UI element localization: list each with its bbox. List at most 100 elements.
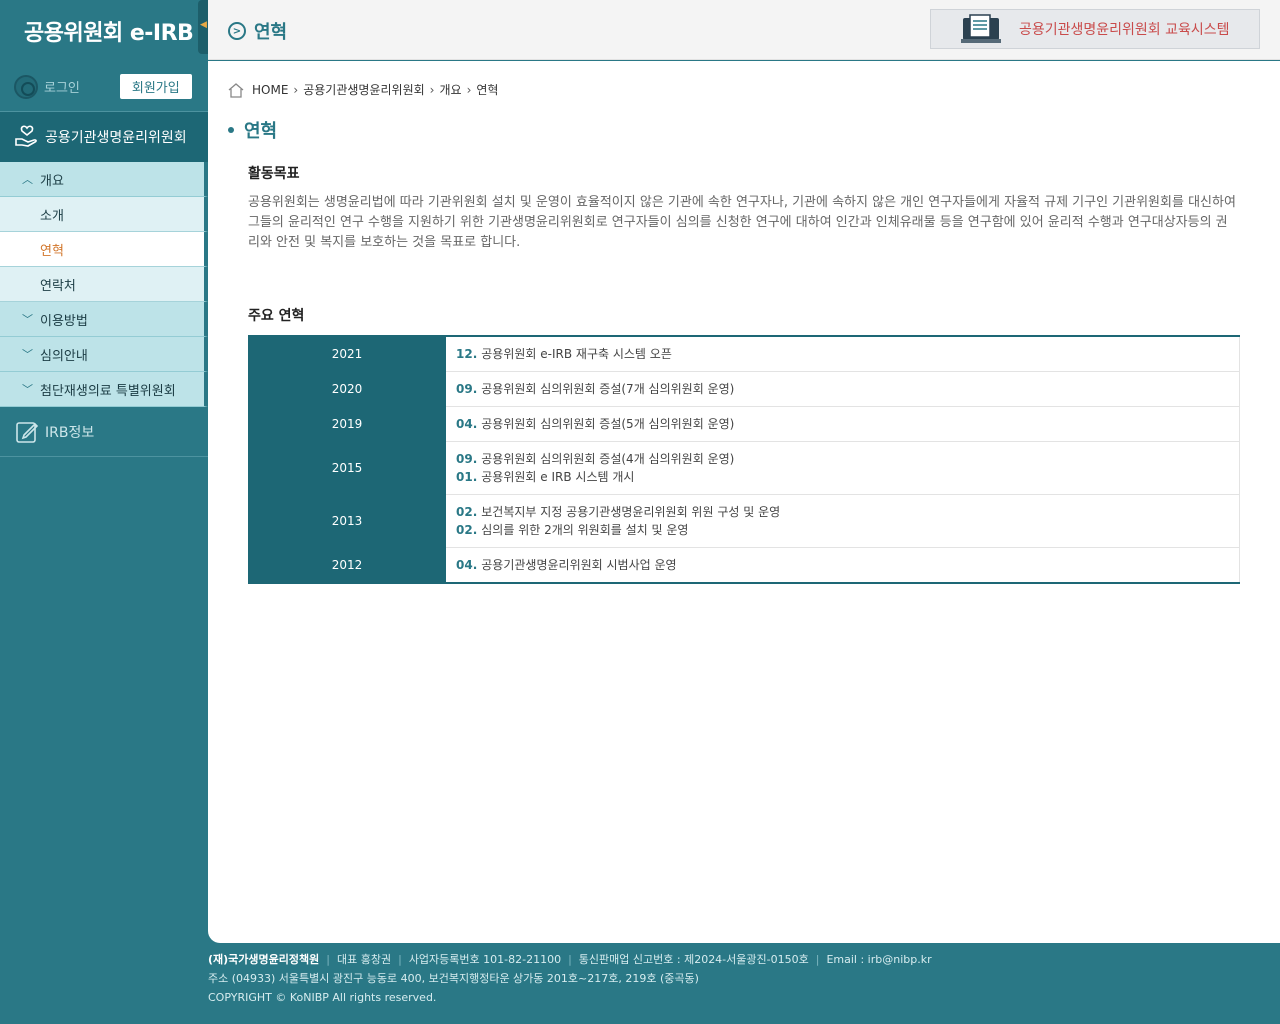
chevron-down-icon: ﹀ — [22, 383, 33, 396]
menu-irb-label: IRB정보 — [45, 424, 95, 441]
submenu-item-history[interactable]: 연혁 — [0, 232, 208, 267]
footer-divider: | — [398, 953, 402, 966]
history-event: 02. 보건복지부 지정 공용기관생명윤리위원회 위원 구성 및 운영 — [456, 503, 1229, 521]
history-table: 2021 12. 공용위원회 e-IRB 재구축 시스템 오픈 2020 09. 공용위원… — [248, 335, 1240, 584]
breadcrumb-current: 연혁 — [476, 83, 499, 97]
top-header: > 연혁 공용기관생명윤리위원회 교육시스템 — [208, 0, 1280, 60]
history-event-month: 12. — [456, 347, 478, 361]
auth-row: 로그인 회원가입 — [0, 62, 208, 112]
footer-copyright: COPYRIGHT © KoNIBP All rights reserved. — [208, 991, 437, 1004]
power-icon — [14, 74, 38, 99]
page-title: 연혁 — [228, 117, 277, 143]
monitor-document-icon — [961, 14, 1001, 43]
header-title: > 연혁 — [228, 18, 287, 44]
history-event: 04. 공용기관생명윤리위원회 시범사업 운영 — [456, 556, 1229, 574]
edu-banner-text: 공용기관생명윤리위원회 교육시스템 — [1019, 22, 1230, 38]
history-year: 2019 — [248, 406, 446, 442]
home-icon[interactable] — [228, 82, 244, 98]
chevron-down-icon: ﹀ — [22, 348, 33, 361]
login-link[interactable]: 로그인 — [44, 77, 80, 96]
history-events: 09. 공용위원회 심의위원회 증설(7개 심의위원회 운영) — [446, 371, 1240, 407]
history-event-text: 공용위원회 심의위원회 증설(4개 심의위원회 운영) — [481, 452, 735, 466]
menu-irb-info[interactable]: IRB정보 — [0, 407, 208, 457]
menu-committee[interactable]: 공용기관생명윤리위원회 — [0, 112, 208, 162]
history-heading: 주요 연혁 — [248, 308, 305, 324]
breadcrumb-overview[interactable]: 개요 — [439, 81, 461, 98]
submenu-group-usage[interactable]: ﹀ 이용방법 — [0, 302, 208, 337]
footer-divider: | — [326, 953, 330, 966]
history-event-month: 04. — [456, 417, 478, 431]
submenu-group-label: 심의안내 — [40, 348, 88, 364]
history-event: 04. 공용위원회 심의위원회 증설(5개 심의위원회 운영) — [456, 415, 1229, 433]
goal-heading: 활동목표 — [248, 166, 300, 182]
history-year: 2015 — [248, 441, 446, 495]
chevron-left-icon: ◀ — [200, 20, 207, 30]
footer-biz-no: 사업자등록번호 101-82-21100 — [408, 953, 562, 966]
history-event-text: 심의를 위한 2개의 위원회를 설치 및 운영 — [481, 523, 689, 537]
chevron-down-icon: ﹀ — [22, 313, 33, 326]
site-logo[interactable]: 공용위원회 e-IRB — [0, 0, 208, 62]
history-event-month: 01. — [456, 470, 478, 484]
footer-org: (재)국가생명윤리정책원 — [208, 953, 320, 966]
history-event: 01. 공용위원회 e IRB 시스템 개시 — [456, 468, 1229, 486]
history-events: 09. 공용위원회 심의위원회 증설(4개 심의위원회 운영) 01. 공용위원회 e… — [446, 441, 1240, 495]
edu-system-banner[interactable]: 공용기관생명윤리위원회 교육시스템 — [930, 9, 1260, 49]
history-event-month: 09. — [456, 452, 478, 466]
breadcrumb-committee[interactable]: 공용기관생명윤리위원회 — [303, 81, 424, 98]
history-event-text: 보건복지부 지정 공용기관생명윤리위원회 위원 구성 및 운영 — [481, 505, 781, 519]
submenu-group-label: 이용방법 — [40, 313, 88, 329]
submenu-group-overview[interactable]: ︿ 개요 — [0, 162, 208, 197]
history-event: 09. 공용위원회 심의위원회 증설(7개 심의위원회 운영) — [456, 380, 1229, 398]
history-row: 2013 02. 보건복지부 지정 공용기관생명윤리위원회 위원 구성 및 운영 02… — [248, 494, 1240, 548]
submenu-item-intro[interactable]: 소개 — [0, 197, 208, 232]
bullet-icon — [228, 127, 234, 133]
edit-icon — [16, 421, 39, 443]
sidebar-collapse-toggle[interactable]: ◀ — [198, 0, 208, 54]
sidebar: 공용위원회 e-IRB ◀ 로그인 회원가입 공용기관생명윤리위원회 ︿ 개요 … — [0, 0, 208, 1024]
chevron-up-icon: ︿ — [22, 173, 33, 186]
footer: (재)국가생명윤리정책원 | 대표 홍창권 | 사업자등록번호 101-82-21100… — [208, 950, 1280, 1007]
history-row: 2015 09. 공용위원회 심의위원회 증설(4개 심의위원회 운영) 01. 공용위… — [248, 441, 1240, 495]
history-row: 2021 12. 공용위원회 e-IRB 재구축 시스템 오픈 — [248, 336, 1240, 372]
header-title-text: 연혁 — [254, 22, 288, 43]
history-year: 2012 — [248, 547, 446, 583]
footer-email[interactable]: Email : irb@nibp.kr — [826, 953, 931, 966]
history-row: 2012 04. 공용기관생명윤리위원회 시범사업 운영 — [248, 547, 1240, 584]
history-event-text: 공용위원회 e-IRB 재구축 시스템 오픈 — [481, 347, 672, 361]
breadcrumb-home[interactable]: HOME — [252, 83, 288, 97]
history-year: 2020 — [248, 371, 446, 407]
goal-text: 공용위원회는 생명윤리법에 따라 기관위원회 설치 및 운영이 효율적이지 않은… — [248, 195, 1236, 250]
chevron-right-icon: › — [293, 82, 299, 97]
history-event-text: 공용위원회 심의위원회 증설(5개 심의위원회 운영) — [481, 417, 735, 431]
history-events: 04. 공용위원회 심의위원회 증설(5개 심의위원회 운영) — [446, 406, 1240, 442]
history-event-text: 공용위원회 심의위원회 증설(7개 심의위원회 운영) — [481, 382, 735, 396]
history-event: 12. 공용위원회 e-IRB 재구축 시스템 오픈 — [456, 345, 1229, 363]
history-events: 02. 보건복지부 지정 공용기관생명윤리위원회 위원 구성 및 운영 02. 심의를… — [446, 494, 1240, 548]
history-row: 2019 04. 공용위원회 심의위원회 증설(5개 심의위원회 운영) — [248, 406, 1240, 442]
history-year: 2013 — [248, 494, 446, 548]
main-content: HOME › 공용기관생명윤리위원회 › 개요 › 연혁 연혁 활동목표 공용위… — [208, 61, 1280, 943]
chevron-right-icon: › — [466, 82, 472, 97]
footer-ceo: 대표 홍창권 — [336, 953, 392, 966]
history-event: 02. 심의를 위한 2개의 위원회를 설치 및 운영 — [456, 521, 1229, 539]
footer-divider: | — [568, 953, 572, 966]
signup-button[interactable]: 회원가입 — [119, 74, 192, 99]
submenu-group-label: 개요 — [40, 173, 64, 189]
submenu-group-label: 첨단재생의료 특별위원회 — [40, 383, 176, 399]
history-event-month: 02. — [456, 505, 478, 519]
submenu: ︿ 개요 소개 연혁 연락처 ﹀ 이용방법 ﹀ 심의안내 ﹀ 첨단재생의료 특별… — [0, 162, 208, 407]
history-event-text: 공용기관생명윤리위원회 시범사업 운영 — [481, 558, 677, 572]
breadcrumb: HOME › 공용기관생명윤리위원회 › 개요 › 연혁 — [228, 81, 498, 98]
submenu-group-advanced[interactable]: ﹀ 첨단재생의료 특별위원회 — [0, 372, 208, 407]
history-body: 2021 12. 공용위원회 e-IRB 재구축 시스템 오픈 2020 09. 공용위원… — [248, 336, 1240, 584]
submenu-group-review[interactable]: ﹀ 심의안내 — [0, 337, 208, 372]
footer-divider: | — [815, 953, 820, 966]
history-row: 2020 09. 공용위원회 심의위원회 증설(7개 심의위원회 운영) — [248, 371, 1240, 407]
submenu-item-contact[interactable]: 연락처 — [0, 267, 208, 302]
menu-committee-label: 공용기관생명윤리위원회 — [45, 130, 187, 146]
circle-chevron-right-icon: > — [228, 22, 246, 40]
history-event: 09. 공용위원회 심의위원회 증설(4개 심의위원회 운영) — [456, 450, 1229, 468]
history-event-month: 09. — [456, 382, 478, 396]
footer-line-1: (재)국가생명윤리정책원 | 대표 홍창권 | 사업자등록번호 101-82-21100… — [208, 950, 1280, 969]
history-events: 04. 공용기관생명윤리위원회 시범사업 운영 — [446, 547, 1240, 584]
